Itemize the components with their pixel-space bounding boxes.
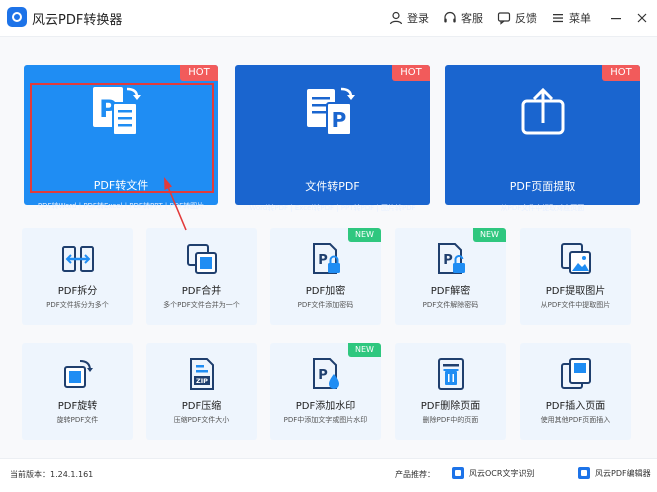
pdf-decrypt-card[interactable]: NEW P PDF解密 PDF文件解除密码 <box>395 228 506 325</box>
recommend-label: 产品推荐： <box>395 470 435 479</box>
insert-page-icon <box>560 358 591 389</box>
top-actions: 登录 客服 反馈 菜单 <box>389 0 657 36</box>
app-title: 风云PDF转换器 <box>32 13 123 28</box>
feedback-label: 反馈 <box>515 12 537 25</box>
feedback-icon <box>497 12 511 25</box>
svg-text:ZIP: ZIP <box>196 377 208 385</box>
feedback-button[interactable]: 反馈 <box>497 10 537 26</box>
minimize-button[interactable] <box>605 0 627 36</box>
card-title: 文件转PDF <box>305 180 360 193</box>
card-title: PDF页面提取 <box>509 180 576 193</box>
pdf-compress-card[interactable]: ZIP PDF压缩 压缩PDF文件大小 <box>146 343 257 440</box>
tool-subtitle: 从PDF文件中提取图片 <box>540 301 611 309</box>
tool-title: PDF合并 <box>181 286 222 297</box>
watermark-icon: P <box>312 358 339 389</box>
tool-title: PDF插入页面 <box>545 401 606 412</box>
pdf-delete-pages-card[interactable]: PDF删除页面 删除PDF中的页面 <box>395 343 506 440</box>
tool-subtitle: 多个PDF文件合并为一个 <box>163 301 240 309</box>
menu-label: 菜单 <box>569 12 591 25</box>
login-button[interactable]: 登录 <box>389 10 429 26</box>
new-badge: NEW <box>348 343 381 357</box>
card-subtitle: PDF转Word | PDF转Excel | PDF转PPT | PDF转图片 <box>37 202 205 210</box>
merge-icon <box>186 244 217 274</box>
close-icon <box>637 13 647 23</box>
tool-title: PDF提取图片 <box>545 286 606 297</box>
menu-button[interactable]: 菜单 <box>551 10 591 26</box>
user-icon <box>389 11 403 25</box>
title-bar: 风云PDF转换器 登录 客服 反馈 菜单 <box>0 0 657 37</box>
tool-subtitle: PDF文件拆分为多个 <box>46 301 109 309</box>
editor-app-icon <box>578 467 590 479</box>
status-bar: 当前版本：1.24.1.161 产品推荐： 风云OCR文字识别 风云PDF编辑器 <box>0 458 657 492</box>
service-label: 客服 <box>461 12 483 25</box>
split-icon <box>61 246 94 272</box>
page-extract-icon <box>521 87 564 135</box>
login-label: 登录 <box>407 12 429 25</box>
service-button[interactable]: 客服 <box>443 10 483 26</box>
lock-file-icon: P <box>312 243 340 274</box>
editor-app-label: 风云PDF编辑器 <box>595 468 651 478</box>
app-logo-icon <box>7 7 27 27</box>
tool-title: PDF加密 <box>305 286 346 297</box>
tool-subtitle: PDF中添加文字或图片水印 <box>283 416 368 424</box>
tool-title: PDF旋转 <box>57 401 98 412</box>
main-content: HOT P PDF转文件 PDF转Word | PDF转Excel | PDF转… <box>0 37 657 458</box>
tool-subtitle: PDF文件添加密码 <box>297 301 354 309</box>
hot-badge: HOT <box>180 65 218 81</box>
svg-text:P: P <box>443 253 453 268</box>
svg-text:P: P <box>318 368 328 383</box>
tool-title: PDF删除页面 <box>420 401 481 412</box>
pdf-page-extract-card[interactable]: HOT PDF页面提取 从PDF文件中提取对应页面 <box>445 65 640 212</box>
file-to-pdf-icon: P <box>306 87 355 136</box>
tool-subtitle: 旋转PDF文件 <box>56 416 99 424</box>
pdf-merge-card[interactable]: PDF合并 多个PDF文件合并为一个 <box>146 228 257 325</box>
menu-icon <box>553 14 563 23</box>
hot-badge: HOT <box>392 65 430 81</box>
file-to-pdf-card[interactable]: HOT P 文件转PDF Word转PDF | Excel转PDF | PPT转… <box>235 65 430 212</box>
pdf-encrypt-card[interactable]: NEW P PDF加密 PDF文件添加密码 <box>270 228 381 325</box>
close-button[interactable] <box>631 0 653 36</box>
pdf-rotate-card[interactable]: PDF旋转 旋转PDF文件 <box>22 343 133 440</box>
new-badge: NEW <box>348 228 381 242</box>
tool-title: PDF添加水印 <box>295 401 356 412</box>
ocr-app-icon <box>452 467 464 479</box>
image-extract-icon <box>560 243 591 274</box>
ocr-app-label: 风云OCR文字识别 <box>469 468 535 478</box>
selection-highlight <box>30 83 214 193</box>
minimize-icon <box>611 18 621 20</box>
editor-app-link[interactable]: 风云PDF编辑器 <box>578 467 651 479</box>
rotate-icon <box>63 360 93 388</box>
trash-page-icon <box>437 358 464 390</box>
tool-subtitle: 使用其他PDF页面插入 <box>540 416 611 424</box>
tool-subtitle: PDF文件解除密码 <box>422 301 479 309</box>
card-subtitle: Word转PDF | Excel转PDF | PPT转PDF | 图片转PDF <box>249 204 416 212</box>
tool-subtitle: 删除PDF中的页面 <box>422 416 479 424</box>
pdf-extract-images-card[interactable]: PDF提取图片 从PDF文件中提取图片 <box>520 228 631 325</box>
ocr-app-link[interactable]: 风云OCR文字识别 <box>452 467 534 479</box>
hot-badge: HOT <box>602 65 640 81</box>
pdf-insert-pages-card[interactable]: PDF插入页面 使用其他PDF页面插入 <box>520 343 631 440</box>
tool-title: PDF拆分 <box>57 286 98 297</box>
tool-title: PDF解密 <box>430 286 471 297</box>
unlock-file-icon: P <box>437 243 465 274</box>
svg-text:P: P <box>331 108 346 132</box>
headset-icon <box>444 11 456 23</box>
pdf-split-card[interactable]: PDF拆分 PDF文件拆分为多个 <box>22 228 133 325</box>
version-text: 当前版本：1.24.1.161 <box>10 470 94 479</box>
pdf-watermark-card[interactable]: NEW P PDF添加水印 PDF中添加文字或图片水印 <box>270 343 381 440</box>
tool-subtitle: 压缩PDF文件大小 <box>173 416 230 424</box>
svg-text:P: P <box>318 253 328 268</box>
tool-title: PDF压缩 <box>181 401 222 412</box>
card-subtitle: 从PDF文件中提取对应页面 <box>500 204 585 212</box>
new-badge: NEW <box>473 228 506 242</box>
zip-file-icon: ZIP <box>189 358 214 390</box>
